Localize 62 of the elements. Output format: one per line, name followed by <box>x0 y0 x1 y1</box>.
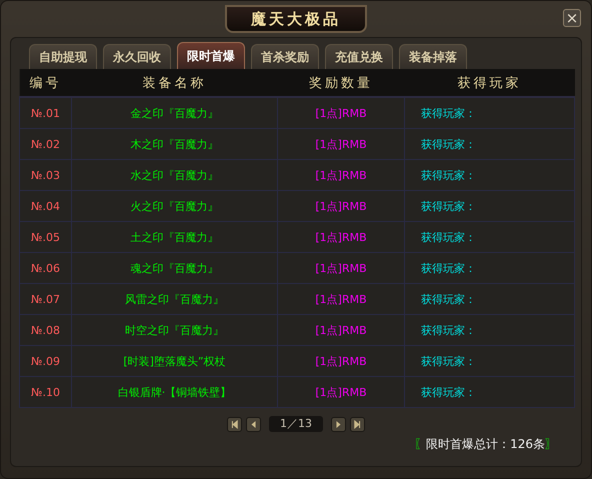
player-label: 获得玩家： <box>421 168 476 182</box>
page-indicator: 1／13 <box>269 416 323 432</box>
bracket: 〗 <box>545 436 557 453</box>
item-name: 白银盾牌·【铜墙铁壁】 <box>118 386 232 398</box>
item-name: 火之印『百魔力』 <box>130 200 218 212</box>
player-label: 获得玩家： <box>421 200 476 212</box>
reward-amount: [1点]RMB <box>315 230 367 244</box>
reward-amount: [1点]RMB <box>315 386 367 398</box>
column-header: 装备名称 <box>72 69 278 97</box>
last-page-button[interactable] <box>350 416 365 432</box>
player-label: 获得玩家： <box>421 354 476 368</box>
player-label: 获得玩家： <box>421 262 476 274</box>
reward-amount: [1点]RMB <box>315 354 367 368</box>
row-number: №.05 <box>31 230 60 244</box>
tab[interactable]: 限时首爆 <box>177 42 245 69</box>
item-name: 魂之印『百魔力』 <box>130 262 218 274</box>
row-number: №.03 <box>31 168 60 182</box>
item-name: 金之印『百魔力』 <box>130 106 218 120</box>
row-number: №.01 <box>31 106 60 120</box>
row-number: №.07 <box>31 292 60 306</box>
bracket: 〖 <box>414 436 426 453</box>
column-header: 编号 <box>20 69 72 97</box>
reward-amount: [1点]RMB <box>315 262 367 274</box>
close-button[interactable]: × <box>563 9 581 27</box>
first-page-button[interactable] <box>227 416 242 432</box>
player-label: 获得玩家： <box>421 230 476 244</box>
player-label: 获得玩家： <box>421 106 476 120</box>
row-number: №.08 <box>31 324 60 336</box>
tab[interactable]: 自助提现 <box>29 44 97 69</box>
column-header: 获得玩家 <box>404 69 574 97</box>
window-title: 魔天大极品 <box>225 5 367 33</box>
tab[interactable]: 永久回收 <box>103 44 171 69</box>
next-page-button[interactable] <box>331 416 346 432</box>
item-name: [时装]堕落魔头”权杖 <box>123 354 226 368</box>
column-header: 奖励数量 <box>278 69 404 97</box>
tab[interactable]: 首杀奖励 <box>251 44 319 69</box>
reward-amount: [1点]RMB <box>315 106 367 120</box>
item-name: 木之印『百魔力』 <box>130 138 218 150</box>
row-number: №.06 <box>31 262 60 274</box>
row-number: №.09 <box>31 354 60 368</box>
total-count: 限时首爆总计：126条 <box>426 436 545 453</box>
player-label: 获得玩家： <box>421 386 476 398</box>
tab[interactable]: 装备掉落 <box>399 44 467 69</box>
reward-amount: [1点]RMB <box>315 324 367 336</box>
skip-end-icon <box>352 418 363 430</box>
previous-page-button[interactable] <box>246 416 261 432</box>
tab[interactable]: 充值兑换 <box>325 44 393 69</box>
row-number: №.02 <box>31 138 60 150</box>
reward-amount: [1点]RMB <box>315 168 367 182</box>
reward-amount: [1点]RMB <box>315 292 367 306</box>
reward-amount: [1点]RMB <box>315 138 367 150</box>
row-number: №.10 <box>31 386 60 398</box>
item-name: 时空之印『百魔力』 <box>125 324 224 336</box>
item-name: 风雷之印『百魔力』 <box>125 292 224 306</box>
reward-amount: [1点]RMB <box>315 200 367 212</box>
row-number: №.04 <box>31 200 60 212</box>
item-name: 水之印『百魔力』 <box>130 168 218 182</box>
player-label: 获得玩家： <box>421 138 476 150</box>
player-label: 获得玩家： <box>421 324 476 336</box>
skip-start-icon <box>229 418 240 430</box>
item-name: 土之印『百魔力』 <box>130 230 218 244</box>
player-label: 获得玩家： <box>421 292 476 306</box>
